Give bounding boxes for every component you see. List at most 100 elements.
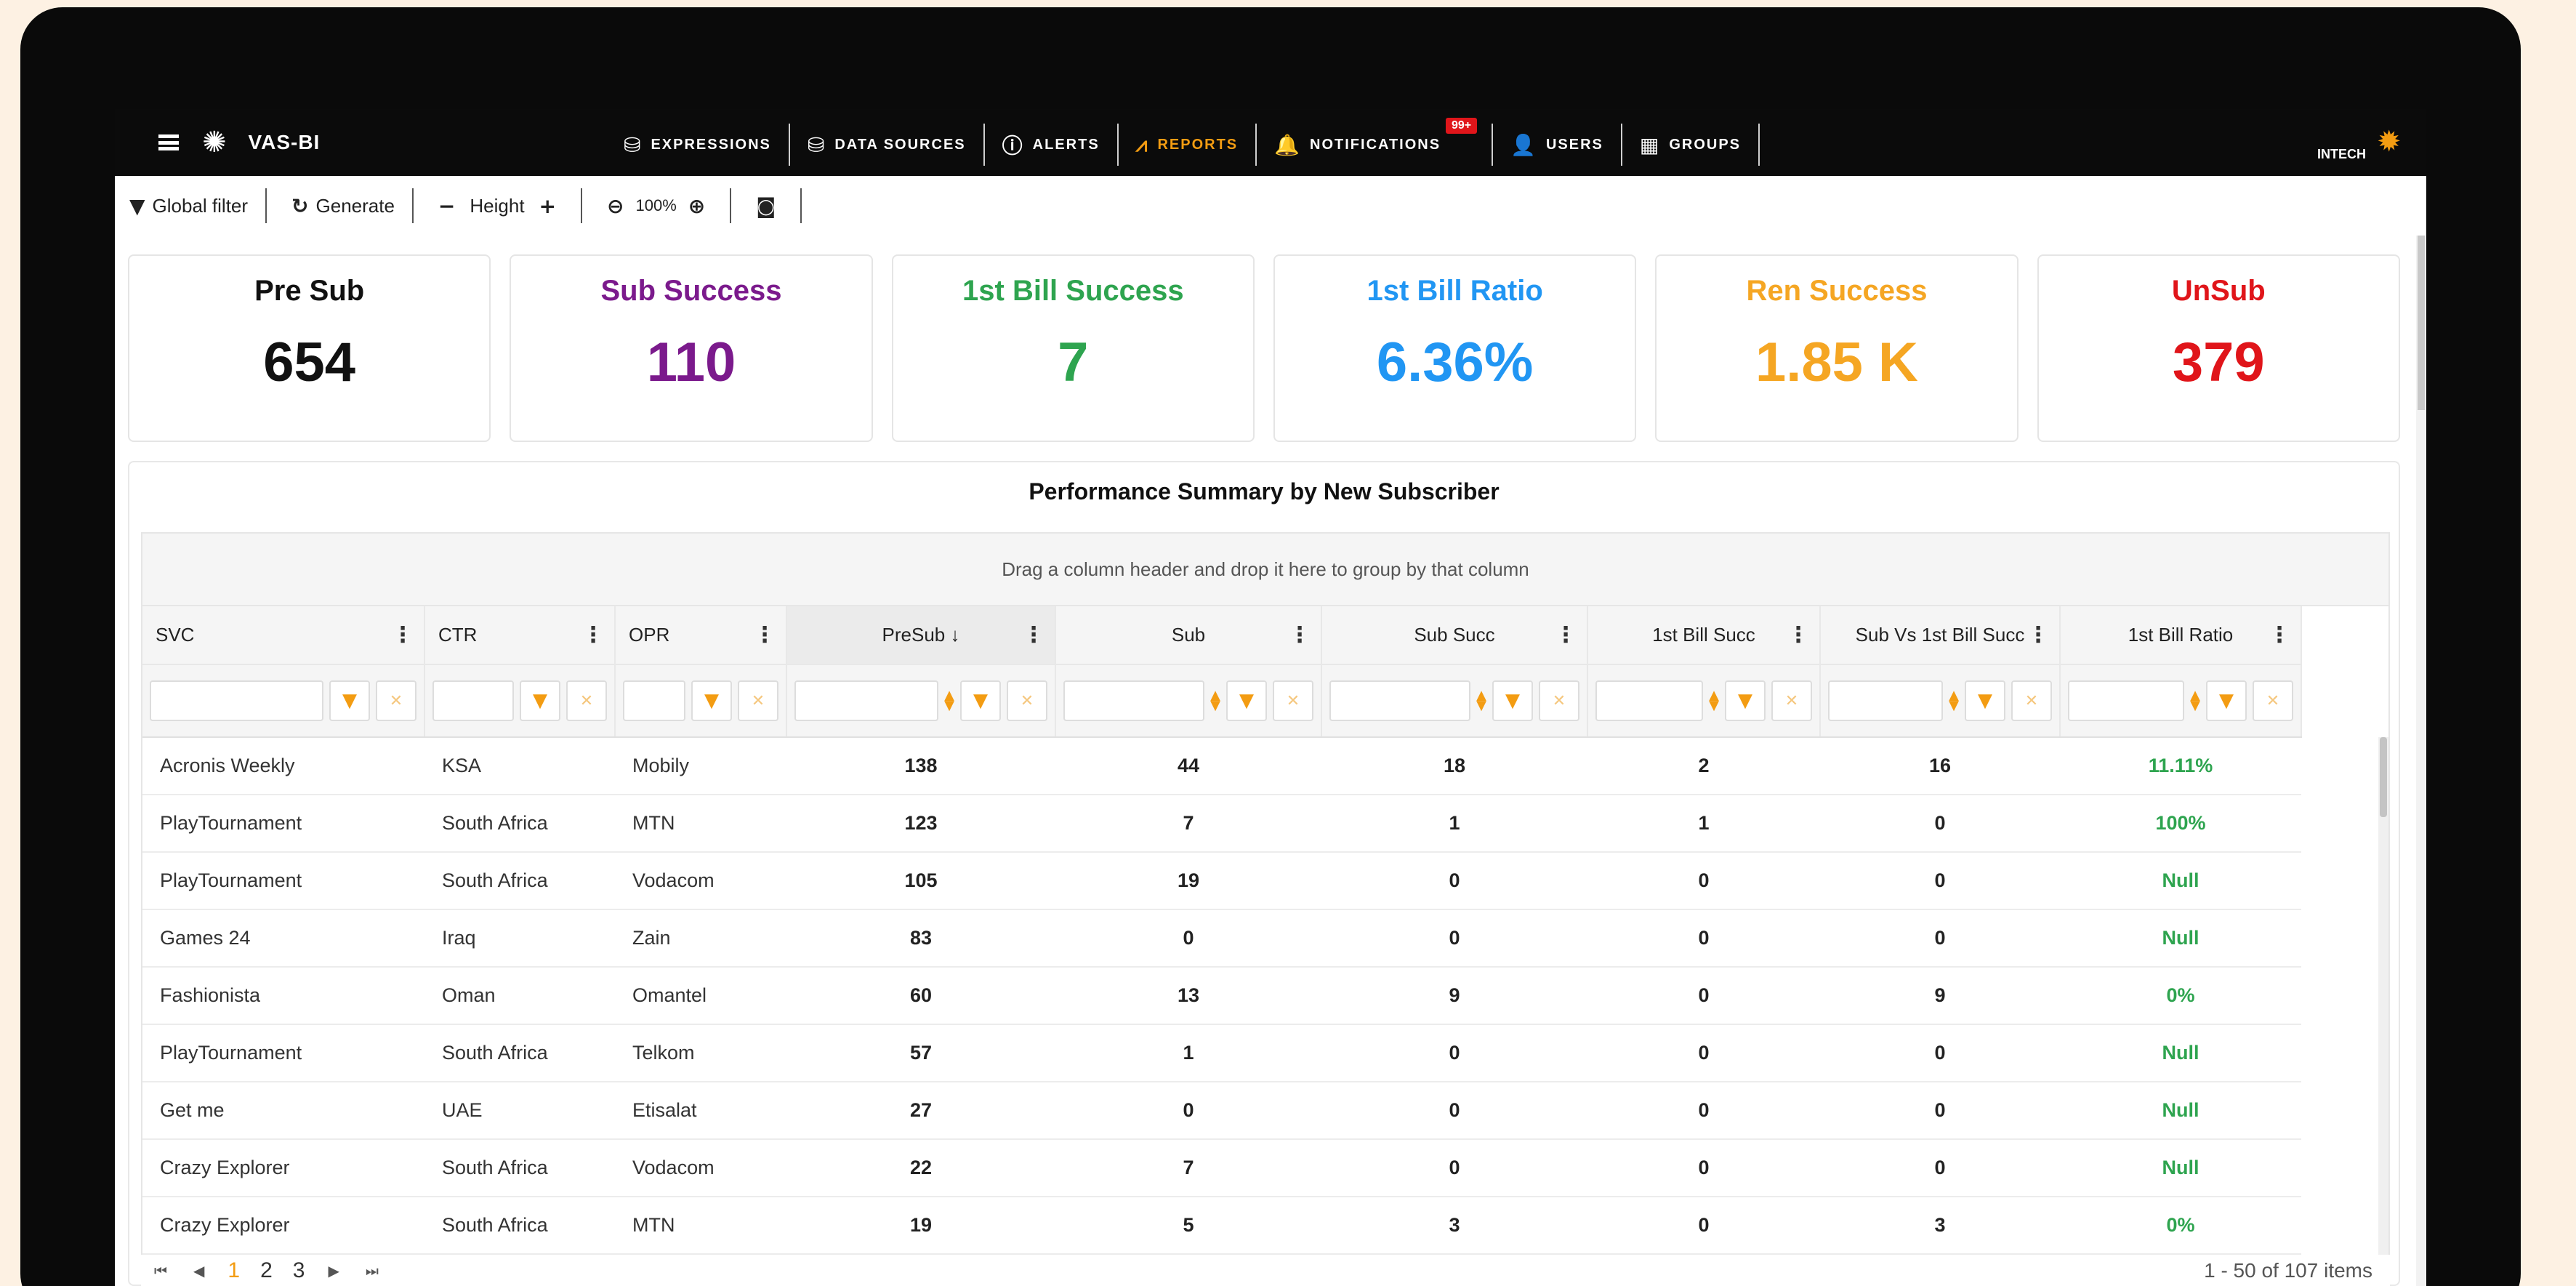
column-header[interactable]: Sub ⋮ <box>1055 606 1322 665</box>
page-number[interactable]: 1 <box>228 1258 240 1283</box>
numeric-spinner-icon[interactable]: ▲ ▼ <box>1949 689 1959 712</box>
table-row[interactable]: Get me UAE Etisalat 27 0 0 0 0 Null <box>142 1082 2301 1140</box>
column-filter-input[interactable] <box>1063 680 1205 721</box>
grid-vertical-scrollbar[interactable] <box>2378 737 2388 1274</box>
first-page-icon[interactable]: ⏮ <box>154 1262 167 1279</box>
filter-icon[interactable]: ▼ <box>1725 680 1766 721</box>
nav-groups[interactable]: ▦ GROUPS <box>1622 124 1760 166</box>
column-filter-input[interactable] <box>1329 680 1471 721</box>
clear-filter-icon[interactable]: ✕ <box>1007 680 1047 721</box>
filter-icon[interactable]: ▼ <box>1965 680 2005 721</box>
numeric-spinner-icon[interactable]: ▲ ▼ <box>1476 689 1486 712</box>
column-header[interactable]: 1st Bill Ratio ⋮ <box>2060 606 2302 665</box>
column-header[interactable]: SVC ⋮ <box>142 606 425 665</box>
clear-filter-icon[interactable]: ✕ <box>2011 680 2052 721</box>
column-filter-input[interactable] <box>432 680 514 721</box>
column-header-label: Sub Succ <box>1414 624 1495 646</box>
table-row[interactable]: PlayTournament South Africa Vodacom 105 19 0 0… <box>142 852 2301 910</box>
table-row[interactable]: Crazy Explorer South Africa MTN 19 5 3 0 3 0% <box>142 1197 2301 1255</box>
column-header[interactable]: Sub Succ ⋮ <box>1321 606 1588 665</box>
filter-icon[interactable]: ▼ <box>1492 680 1533 721</box>
column-menu-icon[interactable]: ⋮ <box>1555 622 1577 648</box>
table-row[interactable]: Crazy Explorer South Africa Vodacom 22 7 0 0 0 N… <box>142 1139 2301 1197</box>
column-header[interactable]: Sub Vs 1st Bill Succ ⋮ <box>1820 606 2061 665</box>
filter-icon[interactable]: ▼ <box>2206 680 2247 721</box>
prev-page-icon[interactable]: ◀ <box>193 1262 204 1279</box>
column-filter-input[interactable] <box>1595 680 1704 721</box>
column-menu-icon[interactable]: ⋮ <box>1787 622 1809 648</box>
clear-filter-icon[interactable]: ✕ <box>1273 680 1313 721</box>
table-row[interactable]: Acronis Weekly KSA Mobily 138 44 18 2 16 11.11% <box>142 737 2301 795</box>
table-cell: Zain <box>615 909 786 968</box>
table-cell: Fashionista <box>142 967 424 1025</box>
filter-icon[interactable]: ▼ <box>691 680 732 721</box>
notification-badge: 99+ <box>1445 118 1478 134</box>
column-filter-input[interactable] <box>794 680 939 721</box>
nav-data-sources[interactable]: ⛁ DATA SOURCES <box>790 124 985 166</box>
column-menu-icon[interactable]: ⋮ <box>754 622 776 648</box>
last-page-icon[interactable]: ⏭ <box>366 1262 379 1279</box>
nav-expressions[interactable]: ⛁ EXPRESSIONS <box>606 124 790 166</box>
clear-filter-icon[interactable]: ✕ <box>2253 680 2293 721</box>
numeric-spinner-icon[interactable]: ▲ ▼ <box>944 689 954 712</box>
height-control: − Height + <box>414 188 583 223</box>
column-menu-icon[interactable]: ⋮ <box>2027 622 2049 648</box>
column-menu-icon[interactable]: ⋮ <box>1289 622 1311 648</box>
clear-filter-icon[interactable]: ✕ <box>1771 680 1812 721</box>
nav-users[interactable]: 👤 USERS <box>1493 124 1622 166</box>
filter-icon[interactable]: ▼ <box>329 680 370 721</box>
zoom-in-icon[interactable]: ⊕ <box>688 194 705 218</box>
table-cell: 0 <box>1587 967 1820 1025</box>
nav-notifications[interactable]: 🔔 NOTIFICATIONS 99+ <box>1257 118 1494 166</box>
screenshot-button[interactable]: ◙ <box>731 188 802 223</box>
global-filter-button[interactable]: ▼ Global filter <box>124 188 267 223</box>
height-decrease-button[interactable]: − <box>438 194 455 218</box>
clear-filter-icon[interactable]: ✕ <box>1539 680 1579 721</box>
filter-icon[interactable]: ▼ <box>1226 680 1267 721</box>
numeric-spinner-icon[interactable]: ▲ ▼ <box>1210 689 1220 712</box>
numeric-spinner-icon[interactable]: ▲ ▼ <box>2190 689 2200 712</box>
nav-reports[interactable]: ⩘ REPORTS <box>1119 124 1257 166</box>
zoom-out-icon[interactable]: ⊖ <box>607 194 624 218</box>
clear-filter-icon[interactable]: ✕ <box>738 680 778 721</box>
column-filter-input[interactable] <box>150 680 323 721</box>
user-name[interactable]: INTECH <box>2317 147 2366 162</box>
nav-alerts[interactable]: ⓘ ALERTS <box>985 124 1119 166</box>
table-row[interactable]: Games 24 Iraq Zain 83 0 0 0 0 Null <box>142 909 2301 968</box>
hamburger-menu-icon[interactable] <box>158 134 179 150</box>
clear-filter-icon[interactable]: ✕ <box>566 680 607 721</box>
page-scrollbar-thumb[interactable] <box>2418 236 2425 410</box>
table-row[interactable]: Fashionista Oman Omantel 60 13 9 0 9 0% <box>142 967 2301 1025</box>
scrollbar-thumb[interactable] <box>2380 737 2387 817</box>
column-menu-icon[interactable]: ⋮ <box>582 622 604 648</box>
table-cell: KSA <box>424 737 615 795</box>
column-header[interactable]: PreSub ↓ ⋮ <box>786 606 1056 665</box>
column-filter-input[interactable] <box>623 680 685 721</box>
generate-button[interactable]: ↻ Generate <box>267 188 414 223</box>
table-cell: 105 <box>786 852 1055 910</box>
next-page-icon[interactable]: ▶ <box>328 1262 339 1279</box>
height-increase-button[interactable]: + <box>539 194 556 218</box>
filter-cell: ▲ ▼ ▼ ✕ <box>1055 664 1322 738</box>
gear-icon[interactable]: ✹ <box>2377 125 2402 158</box>
column-header[interactable]: 1st Bill Succ ⋮ <box>1587 606 1821 665</box>
page-number[interactable]: 2 <box>260 1258 273 1283</box>
column-header[interactable]: OPR ⋮ <box>615 606 787 665</box>
page-number[interactable]: 3 <box>293 1258 305 1283</box>
filter-icon[interactable]: ▼ <box>520 680 560 721</box>
column-menu-icon[interactable]: ⋮ <box>392 622 414 648</box>
filter-icon[interactable]: ▼ <box>960 680 1001 721</box>
table-row[interactable]: PlayTournament South Africa MTN 123 7 1 1 0 100% <box>142 795 2301 853</box>
column-menu-icon[interactable]: ⋮ <box>1023 622 1045 648</box>
column-filter-input[interactable] <box>2068 680 2185 721</box>
column-menu-icon[interactable]: ⋮ <box>2269 622 2290 648</box>
clear-filter-icon[interactable]: ✕ <box>376 680 416 721</box>
column-filter-input[interactable] <box>1828 680 1944 721</box>
table-cell: MTN <box>615 795 786 853</box>
main-nav: ⛁ EXPRESSIONS ⛁ DATA SOURCES ⓘ ALERTS ⩘ … <box>606 118 1760 166</box>
page-scrollbar[interactable] <box>2416 236 2426 1286</box>
column-header[interactable]: CTR ⋮ <box>424 606 616 665</box>
group-drop-area[interactable]: Drag a column header and drop it here to… <box>142 534 2388 606</box>
table-row[interactable]: PlayTournament South Africa Telkom 57 1 0 0 0 Nu… <box>142 1024 2301 1082</box>
numeric-spinner-icon[interactable]: ▲ ▼ <box>1709 689 1719 712</box>
